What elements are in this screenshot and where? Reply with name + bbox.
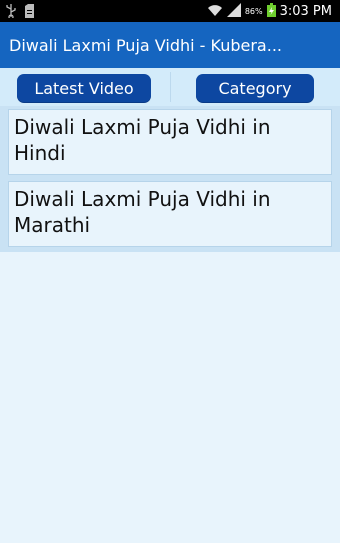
signal-icon [226,2,241,21]
video-list: Diwali Laxmi Puja Vidhi in Hindi Diwali … [0,106,340,252]
battery-percent: 86% [244,7,263,16]
tab-divider [170,72,171,102]
status-bar: 86% 3:03 PM [0,0,340,22]
system-status-icons: 86% 3:03 PM [207,2,332,21]
list-item-marathi[interactable]: Diwali Laxmi Puja Vidhi in Marathi [8,181,332,247]
wifi-icon [207,2,223,21]
usb-icon [6,3,16,22]
notification-icons [6,3,35,22]
empty-content-area [0,252,340,543]
battery-icon [266,2,276,21]
list-item-hindi[interactable]: Diwali Laxmi Puja Vidhi in Hindi [8,109,332,175]
tab-category[interactable]: Category [196,74,314,102]
tab-strip: Latest Video Category [0,68,340,106]
app-title-bar: Diwali Laxmi Puja Vidhi - Kubera... [0,22,340,68]
tab-latest-video[interactable]: Latest Video [17,74,151,102]
clock: 3:03 PM [279,4,332,19]
app-title: Diwali Laxmi Puja Vidhi - Kubera... [9,35,282,55]
sd-card-icon [24,3,35,22]
